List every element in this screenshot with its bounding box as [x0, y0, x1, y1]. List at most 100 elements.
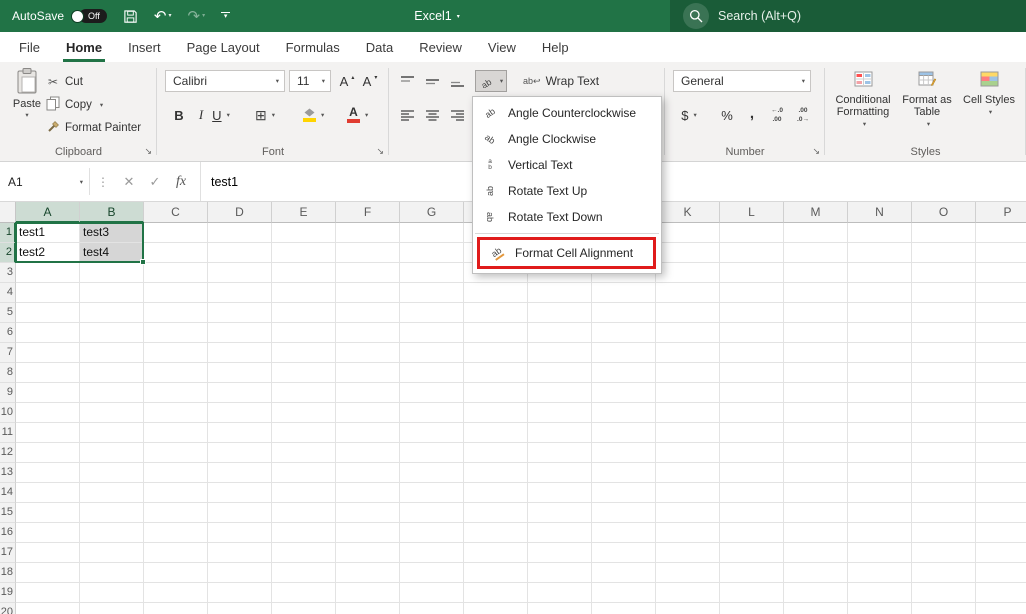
cell-J14[interactable]: [592, 483, 656, 503]
column-header-G[interactable]: G: [400, 202, 464, 223]
cell-H4[interactable]: [464, 283, 528, 303]
borders-button[interactable]: ⊞ ▾: [255, 104, 275, 126]
percent-style-button[interactable]: %: [717, 104, 737, 126]
decrease-font-size-button[interactable]: A ▾: [360, 70, 380, 92]
cell-M6[interactable]: [784, 323, 848, 343]
cell-E15[interactable]: [272, 503, 336, 523]
cell-H17[interactable]: [464, 543, 528, 563]
cell-H19[interactable]: [464, 583, 528, 603]
cell-P15[interactable]: [976, 503, 1026, 523]
cell-H15[interactable]: [464, 503, 528, 523]
cell-O20[interactable]: [912, 603, 976, 614]
cell-A10[interactable]: [16, 403, 80, 423]
cell-M3[interactable]: [784, 263, 848, 283]
cell-G20[interactable]: [400, 603, 464, 614]
font-name-combo[interactable]: Calibri ▾: [165, 70, 285, 92]
cell-H10[interactable]: [464, 403, 528, 423]
cell-L11[interactable]: [720, 423, 784, 443]
cell-D20[interactable]: [208, 603, 272, 614]
cell-E13[interactable]: [272, 463, 336, 483]
fill-color-chevron-icon[interactable]: ▾: [321, 111, 324, 119]
cell-M1[interactable]: [784, 223, 848, 243]
cell-P16[interactable]: [976, 523, 1026, 543]
select-all-corner[interactable]: [0, 202, 16, 223]
cell-C3[interactable]: [144, 263, 208, 283]
cell-B2[interactable]: test4: [80, 243, 144, 263]
cell-C13[interactable]: [144, 463, 208, 483]
cell-B9[interactable]: [80, 383, 144, 403]
comma-style-button[interactable]: ,: [742, 102, 762, 124]
cell-A2[interactable]: test2: [16, 243, 80, 263]
cell-A5[interactable]: [16, 303, 80, 323]
cell-L6[interactable]: [720, 323, 784, 343]
cell-J12[interactable]: [592, 443, 656, 463]
cell-P6[interactable]: [976, 323, 1026, 343]
cell-D19[interactable]: [208, 583, 272, 603]
conditional-formatting-button[interactable]: Conditional Formatting ▾: [833, 67, 893, 151]
cell-G7[interactable]: [400, 343, 464, 363]
accounting-chevron-icon[interactable]: ▾: [693, 111, 696, 119]
cell-I12[interactable]: [528, 443, 592, 463]
fill-color-button[interactable]: ▾: [303, 104, 324, 126]
cell-E10[interactable]: [272, 403, 336, 423]
column-header-N[interactable]: N: [848, 202, 912, 223]
row-header-8[interactable]: 8: [0, 363, 16, 383]
cell-O19[interactable]: [912, 583, 976, 603]
cell-D12[interactable]: [208, 443, 272, 463]
wrap-text-button[interactable]: ab↩ Wrap Text: [523, 69, 599, 93]
clipboard-dialog-launcher[interactable]: ↘: [144, 146, 152, 157]
row-header-16[interactable]: 16: [0, 523, 16, 543]
cell-K2[interactable]: [656, 243, 720, 263]
cell-I6[interactable]: [528, 323, 592, 343]
tab-home[interactable]: Home: [53, 32, 115, 62]
cell-B6[interactable]: [80, 323, 144, 343]
tab-file[interactable]: File: [6, 32, 53, 62]
column-header-O[interactable]: O: [912, 202, 976, 223]
borders-chevron-icon[interactable]: ▾: [272, 111, 275, 119]
cell-M13[interactable]: [784, 463, 848, 483]
cell-K16[interactable]: [656, 523, 720, 543]
column-header-L[interactable]: L: [720, 202, 784, 223]
cell-O16[interactable]: [912, 523, 976, 543]
save-button[interactable]: [123, 9, 138, 24]
cell-J13[interactable]: [592, 463, 656, 483]
cell-D9[interactable]: [208, 383, 272, 403]
cell-M18[interactable]: [784, 563, 848, 583]
cell-I16[interactable]: [528, 523, 592, 543]
cell-N18[interactable]: [848, 563, 912, 583]
cell-J16[interactable]: [592, 523, 656, 543]
cell-C9[interactable]: [144, 383, 208, 403]
name-box-chevron-icon[interactable]: ▾: [80, 178, 83, 186]
cell-K3[interactable]: [656, 263, 720, 283]
cell-O17[interactable]: [912, 543, 976, 563]
cell-D10[interactable]: [208, 403, 272, 423]
cell-B8[interactable]: [80, 363, 144, 383]
accounting-format-button[interactable]: $ ▾: [679, 104, 699, 126]
cell-K19[interactable]: [656, 583, 720, 603]
autosave-toggle[interactable]: Off: [71, 9, 107, 23]
cell-L12[interactable]: [720, 443, 784, 463]
row-header-11[interactable]: 11: [0, 423, 16, 443]
cell-L9[interactable]: [720, 383, 784, 403]
cell-F6[interactable]: [336, 323, 400, 343]
cell-H16[interactable]: [464, 523, 528, 543]
format-as-table-chevron-icon[interactable]: ▾: [927, 119, 930, 131]
cell-L10[interactable]: [720, 403, 784, 423]
paste-button[interactable]: Paste ▾: [6, 67, 48, 147]
cell-B10[interactable]: [80, 403, 144, 423]
cell-J10[interactable]: [592, 403, 656, 423]
cell-I17[interactable]: [528, 543, 592, 563]
align-right-button[interactable]: [447, 104, 467, 126]
cell-G12[interactable]: [400, 443, 464, 463]
cell-P5[interactable]: [976, 303, 1026, 323]
cell-A12[interactable]: [16, 443, 80, 463]
redo-button[interactable]: ↷ ▾: [187, 9, 205, 24]
cell-P9[interactable]: [976, 383, 1026, 403]
cell-E12[interactable]: [272, 443, 336, 463]
cell-K5[interactable]: [656, 303, 720, 323]
tab-page-layout[interactable]: Page Layout: [174, 32, 273, 62]
cell-I5[interactable]: [528, 303, 592, 323]
cell-N16[interactable]: [848, 523, 912, 543]
font-size-combo[interactable]: 11 ▾: [289, 70, 331, 92]
cell-F11[interactable]: [336, 423, 400, 443]
